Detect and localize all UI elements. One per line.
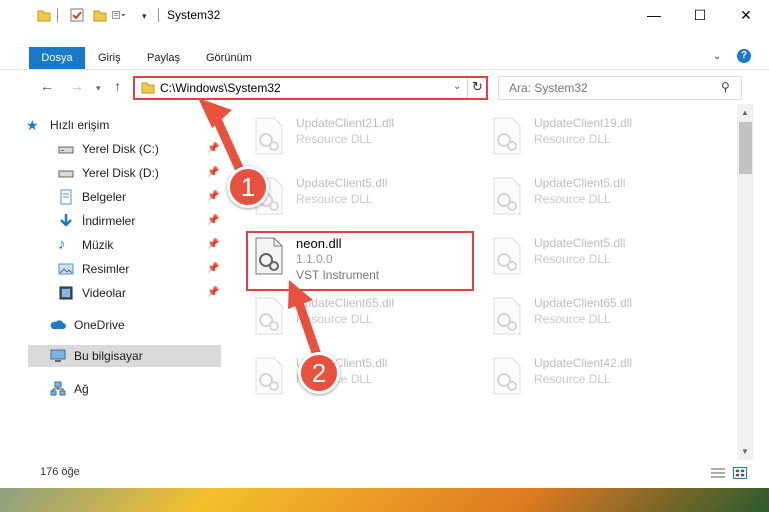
annotation-badge-1: 1	[227, 166, 269, 208]
annotation-arrowhead-1	[198, 98, 232, 128]
annotation-badge-2: 2	[298, 352, 340, 394]
annotation-arrows	[198, 98, 327, 375]
